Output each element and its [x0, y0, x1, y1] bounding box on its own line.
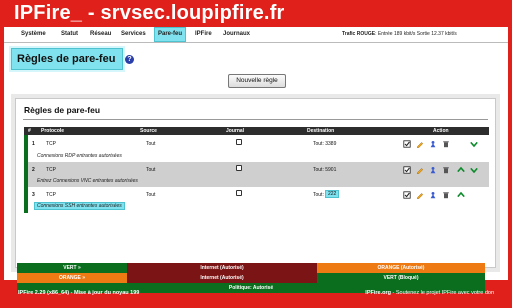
main-content: Règles de pare-feu ? Nouvelle règle Règl… — [4, 43, 508, 293]
log-checkbox[interactable] — [236, 139, 242, 145]
rule-remark: Entrez Connexions VNC entrantes autorisé… — [37, 178, 138, 184]
legend-orange-to-internet: ORANGE » — [17, 273, 127, 283]
rule-allow-stripe — [24, 135, 28, 162]
rules-panel: Règles de pare-feu # Protocole Source Jo… — [15, 98, 496, 268]
col-source: Source — [140, 128, 157, 134]
rule-destination: Tout: 3389 — [313, 141, 337, 147]
table-header: # Protocole Source Journal Destination A… — [24, 127, 489, 135]
legend-orange-allowed: ORANGE (Autorisé) — [317, 263, 485, 273]
col-action: Action — [433, 128, 449, 134]
rule-protocol: TCP — [46, 192, 56, 198]
new-rule-button[interactable]: Nouvelle règle — [228, 74, 286, 88]
panel-divider — [23, 119, 488, 120]
checkbox-icon[interactable] — [403, 166, 411, 174]
rule-number: 2 — [32, 167, 35, 173]
edit-pencil-icon[interactable] — [416, 166, 424, 174]
traffic-out: Sortie 12.37 kbit/s — [416, 31, 457, 37]
col-destination: Destination — [307, 128, 335, 134]
traffic-status: Trafic ROUGE: Entrée 189 kbit/s Sortie 1… — [342, 31, 457, 37]
copy-icon[interactable] — [429, 166, 437, 174]
checkbox-icon[interactable] — [403, 140, 411, 148]
copy-icon[interactable] — [429, 140, 437, 148]
col-protocol: Protocole — [41, 128, 65, 134]
rule-number: 1 — [32, 141, 35, 147]
page-heading: Règles de pare-feu — [17, 53, 116, 65]
copy-icon[interactable] — [429, 191, 437, 199]
question-circle-icon[interactable]: ? — [125, 55, 134, 64]
legend-green-to-internet: VERT » — [17, 263, 127, 273]
rule-number: 3 — [32, 192, 35, 198]
rule-destination-port: 222 — [325, 190, 340, 198]
legend-green-blocked: VERT (Bloqué) — [317, 273, 485, 283]
rule-destination: Tout: 5901 — [313, 167, 337, 173]
traffic-in: Entrée 189 kbit/s — [377, 31, 416, 37]
trash-icon[interactable] — [442, 191, 450, 199]
main-nav: Système Statut Réseau Services Pare-feu … — [4, 27, 508, 43]
footer-support-text[interactable]: Soutenez le projet IPFire avec votre don — [396, 290, 494, 296]
checkbox-icon[interactable] — [403, 191, 411, 199]
trash-icon[interactable] — [442, 140, 450, 148]
rule-source: Tout — [146, 192, 156, 198]
footer-support: IPFire.org - Soutenez le projet IPFire a… — [365, 290, 494, 296]
arrow-up-icon[interactable] — [457, 166, 465, 174]
table-row: 2 TCP Tout Tout: 5901 Entrez Connexions … — [24, 162, 489, 187]
nav-item-ipfire[interactable]: IPFire — [192, 27, 215, 42]
rule-protocol: TCP — [46, 141, 56, 147]
rule-protocol: TCP — [46, 167, 56, 173]
trash-icon[interactable] — [442, 166, 450, 174]
rule-source: Tout — [146, 141, 156, 147]
footer: IPFire 2.29 (x86_64) - Mise à jour du no… — [0, 283, 512, 308]
col-number: # — [28, 128, 31, 134]
top-header: IPFire_ - srvsec.loupipfire.fr — [0, 0, 512, 26]
page-title: IPFire_ - srvsec.loupipfire.fr — [14, 2, 285, 24]
legend-internet-allowed: Internet (Autorisé) — [127, 263, 317, 273]
nav-item-pare-feu[interactable]: Pare-feu — [154, 27, 187, 42]
traffic-label: Trafic ROUGE — [342, 31, 376, 37]
arrow-up-icon[interactable] — [457, 191, 465, 199]
table-row: 3 TCP Tout Tout: 222 Connexions SSH entr… — [24, 187, 489, 213]
table-row: 1 TCP Tout Tout: 3389 Connexions RDP ent… — [24, 135, 489, 162]
panel-title: Règles de pare-feu — [24, 105, 101, 115]
arrow-down-icon[interactable] — [470, 140, 478, 148]
rule-destination-prefix: Tout: — [313, 192, 324, 198]
legend-internet-allowed: Internet (Autorisé) — [127, 273, 317, 283]
rule-source: Tout — [146, 167, 156, 173]
page-heading-box: Règles de pare-feu — [11, 48, 123, 70]
rule-remark: Connexions SSH entrantes autorisées — [34, 202, 125, 210]
nav-item-journaux[interactable]: Journaux — [220, 27, 253, 42]
log-checkbox[interactable] — [236, 165, 242, 171]
edit-pencil-icon[interactable] — [416, 140, 424, 148]
nav-item-reseau[interactable]: Réseau — [87, 27, 114, 42]
nav-item-services[interactable]: Services — [118, 27, 149, 42]
rule-allow-stripe — [24, 187, 28, 213]
nav-item-systeme[interactable]: Système — [18, 27, 49, 42]
nav-item-statut[interactable]: Statut — [58, 27, 81, 42]
footer-site-link[interactable]: IPFire.org — [365, 290, 391, 296]
arrow-down-icon[interactable] — [470, 166, 478, 174]
edit-pencil-icon[interactable] — [416, 191, 424, 199]
rule-remark: Connexions RDP entrantes autorisées — [37, 153, 122, 159]
footer-version: IPFire 2.29 (x86_64) - Mise à jour du no… — [18, 290, 140, 296]
rule-allow-stripe — [24, 162, 28, 187]
col-journal: Journal — [226, 128, 245, 134]
log-checkbox[interactable] — [236, 190, 242, 196]
